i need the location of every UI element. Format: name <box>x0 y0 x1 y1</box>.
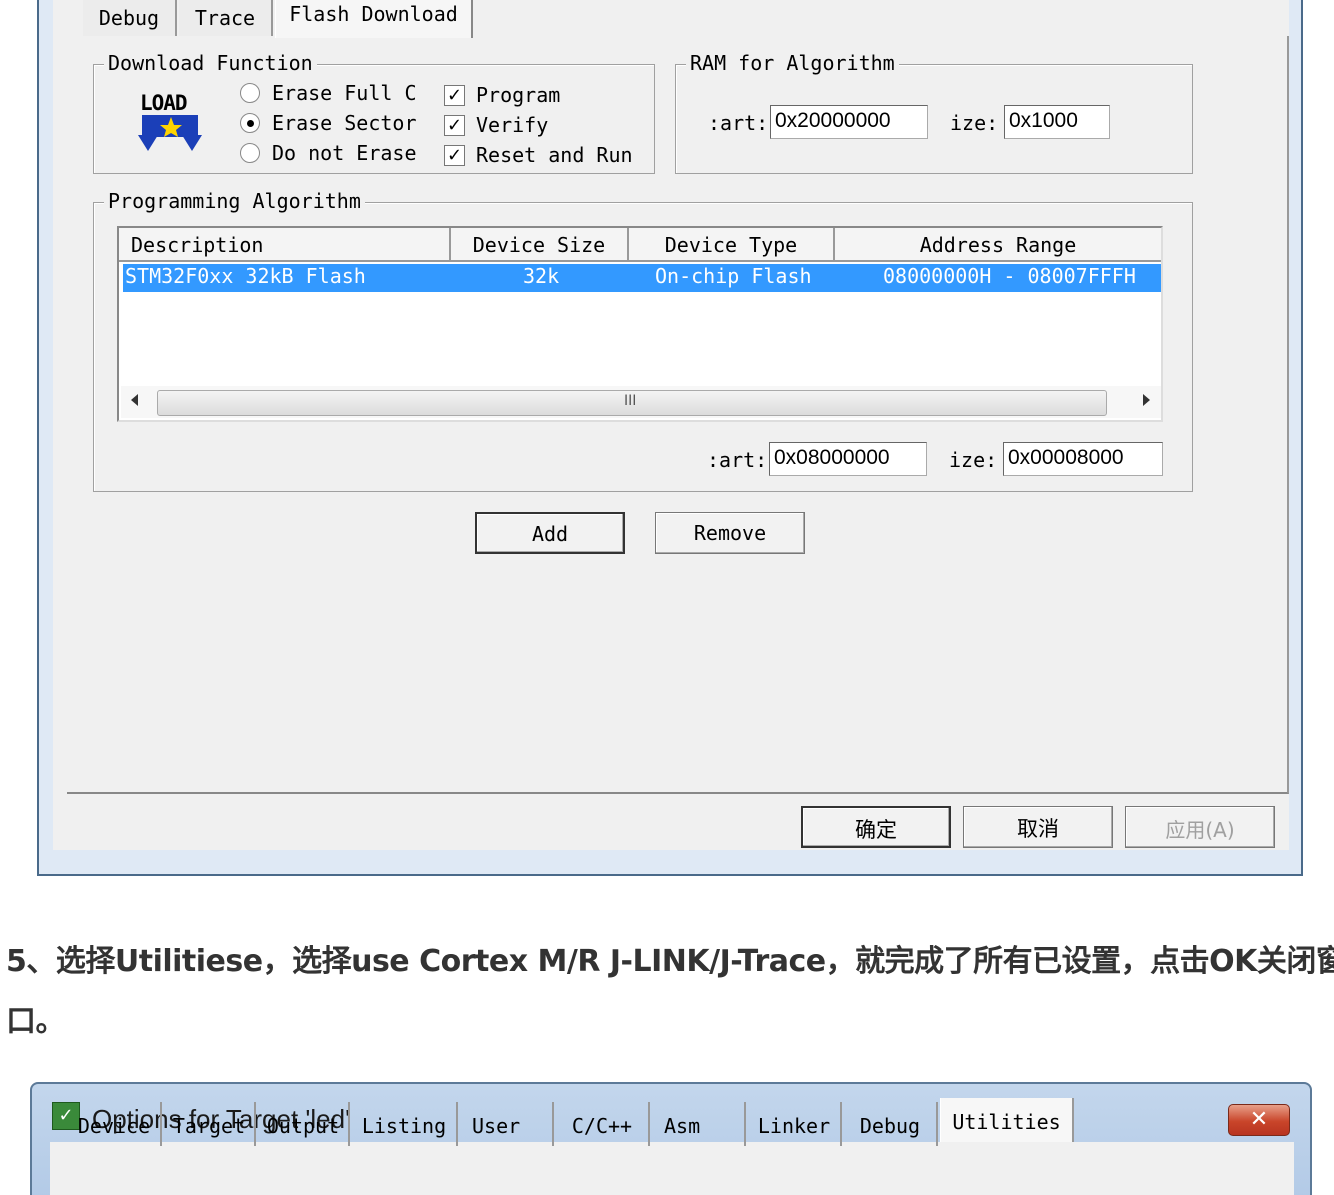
radio-erase-sector[interactable] <box>240 113 260 133</box>
download-function-title: Download Function <box>104 51 317 75</box>
dialog-client-area <box>50 1142 1294 1195</box>
tab-utilities[interactable]: Utilities <box>940 1098 1074 1142</box>
tab-trace[interactable]: Trace <box>179 0 273 36</box>
tab-c-cpp[interactable]: C/C++ <box>556 1102 650 1146</box>
flash-start-label: :art: <box>707 448 768 472</box>
tab-debug[interactable]: Debug <box>83 0 177 36</box>
article-step-text: 5、选择Utilitiese，选择use Cortex M/R J-LINK/J… <box>6 944 1334 979</box>
column-device-type[interactable]: Device Type <box>629 228 835 262</box>
checkbox-program[interactable]: ✓ <box>444 85 465 106</box>
scrollbar-thumb[interactable]: III <box>157 390 1107 416</box>
scroll-left-icon[interactable] <box>131 394 138 406</box>
label-erase-sector: Erase Sector <box>272 111 417 135</box>
close-button[interactable]: ✕ <box>1228 1104 1290 1136</box>
label-reset-and-run: Reset and Run <box>476 143 633 167</box>
tab-debug[interactable]: Debug <box>844 1102 938 1146</box>
label-program: Program <box>476 83 561 107</box>
ok-button[interactable]: 确定 <box>801 806 951 848</box>
flash-start-input[interactable]: 0x08000000 <box>769 442 927 476</box>
download-function-group: Download Function LOAD Erase Full C Eras… <box>93 51 655 174</box>
cancel-button[interactable]: 取消 <box>963 806 1113 848</box>
radio-do-not-erase[interactable] <box>240 143 260 163</box>
load-icon: LOAD <box>138 91 204 155</box>
apply-button[interactable]: 应用(A) <box>1125 806 1275 848</box>
ram-start-label: :art: <box>708 111 769 135</box>
label-do-not-erase: Do not Erase <box>272 141 417 165</box>
programming-algorithm-title: Programming Algorithm <box>104 189 365 213</box>
checkbox-verify[interactable]: ✓ <box>444 115 465 136</box>
ram-size-input[interactable]: 0x1000 <box>1004 105 1110 139</box>
remove-button[interactable]: Remove <box>655 512 805 554</box>
tab-user[interactable]: User <box>460 1102 554 1146</box>
close-icon: ✕ <box>1249 1107 1269 1132</box>
label-erase-full-chip: Erase Full C <box>272 81 417 105</box>
ram-size-label: ize: <box>950 111 999 135</box>
column-address-range[interactable]: Address Range <box>835 228 1161 262</box>
dialog-client-area: Debug Trace Flash Download Download Func… <box>53 0 1289 850</box>
ram-start-input[interactable]: 0x20000000 <box>770 105 928 139</box>
flash-size-input[interactable]: 0x00008000 <box>1003 442 1163 476</box>
table-row[interactable]: STM32F0xx 32kB Flash 32k On-chip Flash 0… <box>123 264 1161 292</box>
add-button[interactable]: Add <box>475 512 625 554</box>
tab-output[interactable]: Output <box>258 1102 350 1146</box>
tab-flash-download[interactable]: Flash Download <box>275 0 473 38</box>
tab-device[interactable]: Device <box>68 1102 162 1146</box>
column-device-size[interactable]: Device Size <box>451 228 629 262</box>
flash-download-dialog: Debug Trace Flash Download Download Func… <box>37 0 1303 876</box>
algorithm-list[interactable]: Description Device Size Device Type Addr… <box>117 226 1163 422</box>
flash-size-label: ize: <box>949 448 998 472</box>
horizontal-scrollbar[interactable]: III <box>121 386 1161 418</box>
radio-erase-full-chip[interactable] <box>240 83 260 103</box>
checkbox-reset-and-run[interactable]: ✓ <box>444 145 465 166</box>
tab-asm[interactable]: Asm <box>652 1102 746 1146</box>
label-verify: Verify <box>476 113 549 137</box>
ram-for-algorithm-title: RAM for Algorithm <box>686 51 899 75</box>
column-description[interactable]: Description <box>119 228 451 262</box>
ram-for-algorithm-group: RAM for Algorithm :art: 0x20000000 ize: … <box>675 51 1193 174</box>
tab-target[interactable]: Target <box>164 1102 256 1146</box>
scroll-right-icon[interactable] <box>1143 394 1150 406</box>
tab-linker[interactable]: Linker <box>748 1102 842 1146</box>
options-for-target-dialog: ✓ Options for Target 'led' ✕ Device Targ… <box>30 1082 1312 1195</box>
article-step-text-cont: 口。 <box>6 1004 66 1039</box>
tab-listing[interactable]: Listing <box>352 1102 458 1146</box>
